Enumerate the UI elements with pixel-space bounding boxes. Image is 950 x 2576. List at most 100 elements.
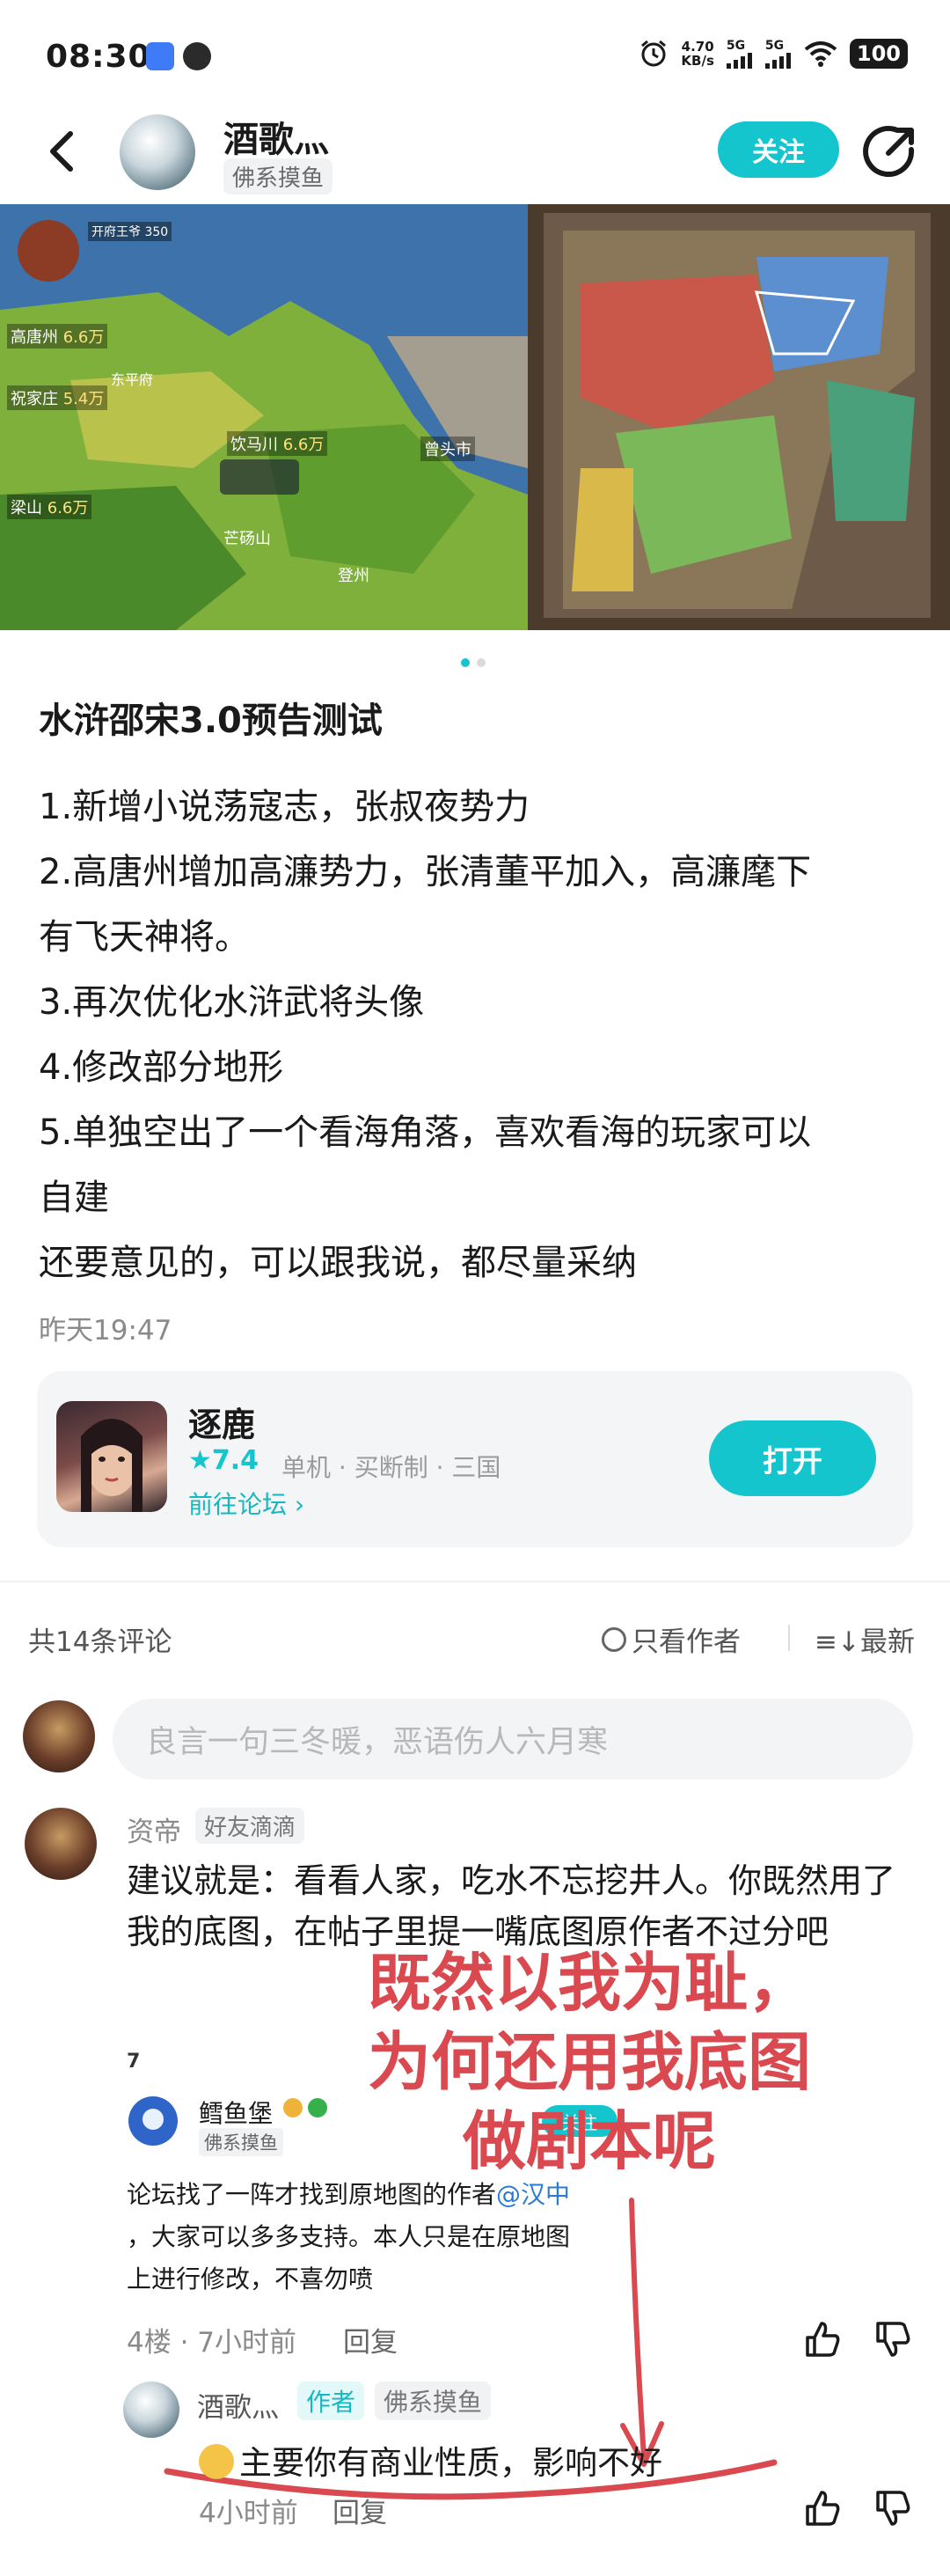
game-meta: 单机 · 买断制 · 三国 bbox=[281, 1453, 501, 1482]
map-label-yinmazhou: 饮马川 6.6万 bbox=[227, 431, 328, 456]
author-name[interactable]: 酒歌灬 bbox=[223, 111, 329, 162]
post-line: 2.高唐州增加高濂势力，张清董平加入，高濂麾下 bbox=[39, 852, 812, 892]
quoted-avatar bbox=[128, 2096, 178, 2146]
reply-text: 主要你有商业性质，影响不好 bbox=[199, 2436, 662, 2484]
follow-button[interactable]: 关注 bbox=[718, 121, 839, 178]
game-card[interactable]: 逐鹿 ★7.4 单机 · 买断制 · 三国 前往论坛 › 打开 bbox=[37, 1371, 913, 1547]
game-forum-link[interactable]: 前往论坛 › bbox=[188, 1486, 304, 1521]
map-value-yinmazhou: 6.6万 bbox=[282, 436, 325, 454]
map-label-liangshan-name: 梁山 bbox=[11, 499, 42, 517]
map-label-zhujiazhuang: 祝家庄 5.4万 bbox=[7, 385, 108, 410]
comment-avatar[interactable] bbox=[25, 1808, 97, 1880]
app-notification-icon bbox=[146, 42, 174, 70]
reply-time: 4小时前 bbox=[199, 2498, 298, 2529]
game-icon[interactable] bbox=[56, 1401, 167, 1512]
post-line: 自建 bbox=[39, 1178, 109, 1218]
game-rating: ★7.4 bbox=[188, 1445, 259, 1476]
map-label-zengtou: 曾头市 bbox=[420, 437, 475, 461]
map-value-gaotang: 6.6万 bbox=[62, 328, 105, 347]
map-label-zhujiazhuang-name: 祝家庄 bbox=[11, 390, 58, 408]
annotation-line-1: 既然以我为耻， bbox=[367, 1946, 811, 2020]
map-hud-text: 开府王爷 bbox=[91, 225, 141, 239]
back-button[interactable] bbox=[35, 125, 88, 178]
author-avatar[interactable] bbox=[120, 114, 195, 190]
annotation-line-3: 做剧本呢 bbox=[462, 2104, 716, 2178]
floor4-reply-button[interactable]: 回复 bbox=[343, 2320, 398, 2359]
share-button[interactable] bbox=[862, 123, 918, 180]
comment-text: 建议就是：看看人家，吃水不忘挖井人。你既然用了我的底图，在帖子里提一嘴底图原作者… bbox=[127, 1861, 896, 1951]
map-label-dongping: 东平府 bbox=[111, 368, 153, 389]
status-bar: 08:30 4.70 KB/s 5G 5G 100 bbox=[0, 0, 950, 106]
reply-text-content: 主要你有商业性质，影响不好 bbox=[239, 2444, 662, 2482]
signal-bars-icon bbox=[764, 53, 791, 69]
banner-pagination bbox=[461, 658, 486, 667]
post-line: 3.再次优化水浒武将头像 bbox=[39, 982, 425, 1023]
signal-2: 5G bbox=[764, 39, 792, 69]
reply-author-name[interactable]: 酒歌灬 bbox=[197, 2385, 279, 2425]
post-image-banner[interactable]: 高唐州 6.6万 祝家庄 5.4万 饮马川 6.6万 曾头市 梁山 6.6万 芒… bbox=[0, 204, 950, 630]
verified-badge-icon bbox=[308, 2098, 327, 2117]
reply-avatar[interactable] bbox=[123, 2382, 179, 2438]
quoted-text-line3: 上进行修改，不喜勿喷 bbox=[127, 2264, 374, 2293]
quoted-text-before: 论坛找了一阵才找到原地图的作者 bbox=[127, 2180, 497, 2209]
level-badge-icon bbox=[283, 2098, 303, 2117]
alarm-icon bbox=[641, 40, 667, 67]
chevron-left-icon bbox=[50, 131, 73, 172]
annotation-line-2: 为何还用我底图 bbox=[367, 2025, 811, 2099]
only-author-toggle[interactable]: 只看作者 bbox=[602, 1619, 741, 1659]
share-icon bbox=[863, 126, 915, 178]
game-name[interactable]: 逐鹿 bbox=[188, 1398, 255, 1446]
post-header: 酒歌灬 佛系摸鱼 关注 bbox=[0, 106, 950, 202]
map-label-zengtou-name: 曾头市 bbox=[424, 441, 471, 459]
signal-1-label: 5G bbox=[726, 39, 746, 53]
map-label-yinmazhou-name: 饮马川 bbox=[230, 436, 278, 454]
comments-count: 共14条评论 bbox=[28, 1626, 172, 1658]
my-avatar bbox=[23, 1700, 95, 1772]
map-label-gaotang: 高唐州 6.6万 bbox=[7, 324, 108, 349]
like-icon[interactable] bbox=[800, 2318, 843, 2360]
map-label-dengzhou-name: 登州 bbox=[338, 567, 369, 585]
sort-separator bbox=[788, 1625, 790, 1651]
quoted-floor-mark: 7 bbox=[127, 2051, 141, 2073]
pagination-dot-active[interactable] bbox=[461, 658, 470, 667]
section-divider bbox=[0, 1581, 950, 1582]
floor4-meta: 4楼 · 7小时前 bbox=[127, 2327, 297, 2359]
map-hud: 开府王爷 350 bbox=[88, 222, 172, 241]
dislike-icon[interactable] bbox=[871, 2487, 913, 2529]
comment-author-name[interactable]: 资帝 bbox=[127, 1809, 181, 1849]
signal-bars-icon bbox=[726, 53, 752, 69]
post-line: 4.修改部分地形 bbox=[39, 1047, 284, 1088]
emoji-icon bbox=[199, 2444, 234, 2479]
signal-2-label: 5G bbox=[764, 39, 785, 53]
map-label-gaotang-name: 高唐州 bbox=[11, 328, 58, 347]
quoted-name: 鳕鱼堡 bbox=[199, 2099, 274, 2128]
map-label-liangshan: 梁山 6.6万 bbox=[7, 495, 92, 519]
net-speed: 4.70 KB/s bbox=[681, 40, 713, 68]
open-game-button[interactable]: 打开 bbox=[709, 1420, 876, 1496]
pagination-dot[interactable] bbox=[477, 658, 486, 667]
reply-author-badge: 作者 bbox=[297, 2382, 365, 2420]
post-line: 有飞天神将。 bbox=[39, 917, 250, 958]
map-value-liangshan: 6.6万 bbox=[47, 499, 89, 517]
post-title: 水浒邵宋3.0预告测试 bbox=[39, 701, 383, 741]
map-hud-count: 350 bbox=[144, 225, 169, 239]
like-icon[interactable] bbox=[800, 2487, 843, 2529]
dislike-icon[interactable] bbox=[871, 2318, 913, 2360]
post-line: 5.单独空出了一个看海角落，喜欢看海的玩家可以 bbox=[39, 1112, 812, 1153]
status-app-icons bbox=[146, 42, 211, 70]
quoted-text-line2: ，大家可以多多支持。本人只是在原地图 bbox=[127, 2222, 571, 2251]
wifi-icon bbox=[804, 41, 837, 67]
battery-indicator: 100 bbox=[849, 39, 908, 69]
map-screenshot bbox=[0, 204, 950, 630]
status-time: 08:30 bbox=[46, 39, 151, 75]
quoted-tag: 佛系摸鱼 bbox=[199, 2128, 283, 2156]
map-label-dengzhou: 登州 bbox=[338, 563, 369, 586]
post-time: 昨天19:47 bbox=[39, 1315, 172, 1347]
quoted-text: 论坛找了一阵才找到原地图的作者@汉中 ，大家可以多多支持。本人只是在原地图 上进… bbox=[127, 2174, 654, 2301]
sort-latest-button[interactable]: ≡↓最新 bbox=[815, 1619, 915, 1659]
game-portrait-icon bbox=[81, 1419, 142, 1512]
reply-author-tag: 佛系摸鱼 bbox=[375, 2382, 492, 2420]
comment-input[interactable]: 良言一句三冬暖，恶语伤人六月寒 bbox=[113, 1699, 913, 1780]
author-tag: 佛系摸鱼 bbox=[223, 158, 333, 194]
reply-reply-button[interactable]: 回复 bbox=[332, 2491, 387, 2530]
